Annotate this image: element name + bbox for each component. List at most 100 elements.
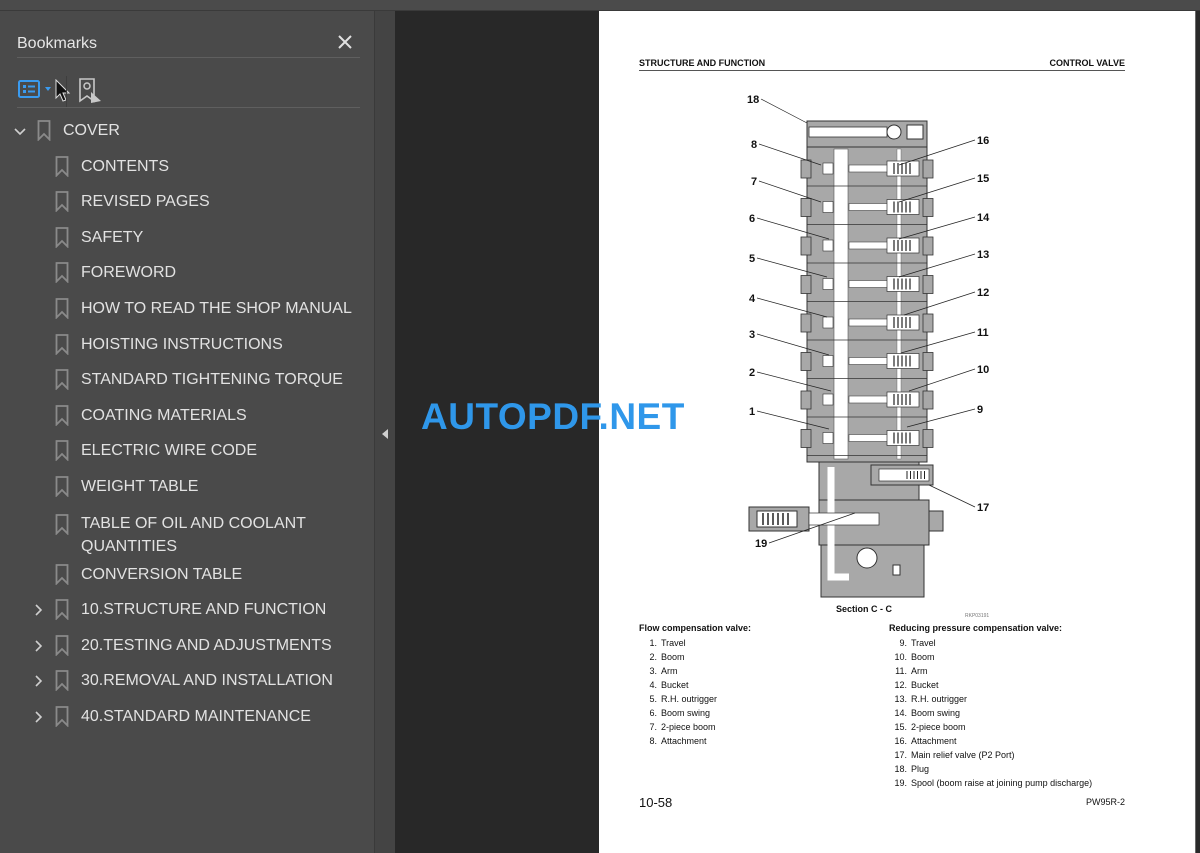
callout-label: 13 — [977, 249, 989, 261]
bookmark-icon — [55, 634, 69, 656]
legend-item: 1. Travel — [639, 636, 751, 650]
chevron-right-icon[interactable] — [31, 603, 45, 617]
bookmark-icon — [55, 369, 69, 391]
bookmark-item[interactable]: COATING MATERIALS — [0, 398, 374, 434]
chevron-right-icon[interactable] — [31, 674, 45, 688]
bookmark-item[interactable]: TABLE OF OIL AND COOLANT QUANTITIES — [0, 505, 374, 557]
panel-splitter[interactable] — [374, 11, 395, 853]
bookmark-label: STANDARD TIGHTENING TORQUE — [81, 371, 343, 389]
find-current-bookmark-button[interactable] — [77, 77, 103, 109]
legend-item-number: 19. — [894, 778, 907, 788]
find-current-bookmark-icon — [79, 78, 101, 103]
legend-item-text: Attachment — [661, 736, 707, 746]
compensator — [886, 160, 920, 177]
bookmark-icon — [55, 262, 69, 284]
callout-label: 8 — [751, 139, 757, 151]
poppet — [822, 201, 834, 213]
close-panel-button[interactable] — [334, 31, 356, 53]
legend-item-number: 11. — [895, 666, 907, 676]
bookmark-label: TABLE OF OIL AND COOLANT — [81, 514, 306, 532]
bookmark-item[interactable]: CONVERSION TABLE — [0, 557, 374, 593]
legend-item-text: Plug — [911, 764, 930, 774]
legend-item-text: 2-piece boom — [661, 722, 716, 732]
bookmark-item[interactable]: COVER — [0, 113, 374, 149]
vertical-scrollbar[interactable] — [1195, 11, 1200, 853]
legend-item-text: Arm — [911, 666, 928, 676]
spool — [848, 164, 890, 173]
poppet — [822, 355, 834, 367]
bookmark-icon — [55, 404, 69, 426]
port-left — [800, 198, 812, 217]
bookmark-item[interactable]: REVISED PAGES — [0, 184, 374, 220]
port-right — [922, 429, 934, 448]
bookmark-icon — [55, 298, 69, 319]
collapse-panel-button[interactable] — [380, 426, 390, 440]
bookmark-icon — [55, 226, 69, 248]
bookmark-item[interactable]: CONTENTS — [0, 149, 374, 185]
callout-label: 5 — [749, 253, 755, 265]
callout-label: 7 — [751, 176, 757, 188]
spool — [848, 318, 890, 327]
legend-item-text: Bucket — [911, 680, 939, 690]
legend-item: 19. Spool (boom raise at joining pump dis… — [889, 776, 1092, 790]
bookmark-label: HOISTING INSTRUCTIONS — [81, 335, 283, 353]
bookmark-icon — [55, 563, 69, 585]
legend-item: 6. Boom swing — [639, 706, 751, 720]
chevron-right-icon[interactable] — [31, 639, 45, 653]
header-rule — [639, 70, 1125, 71]
spool — [848, 434, 890, 442]
legend-item-text: 2-piece boom — [911, 722, 966, 732]
bookmark-label: 10.STRUCTURE AND FUNCTION — [81, 601, 327, 619]
bookmark-item[interactable]: SAFETY — [0, 220, 374, 256]
bookmark-item[interactable]: 40.STANDARD MAINTENANCE — [0, 699, 374, 735]
legend-item-text: Travel — [911, 638, 936, 648]
poppet — [822, 239, 834, 252]
bookmark-item[interactable]: HOISTING INSTRUCTIONS — [0, 327, 374, 363]
bookmark-icon — [55, 706, 69, 727]
legend-reducing-pressure: Reducing pressure compensation valve: 9.… — [889, 623, 1092, 790]
legend-item: 15. 2-piece boom — [889, 720, 1092, 734]
bookmark-options-button[interactable] — [17, 78, 53, 104]
bookmark-icon — [55, 513, 69, 535]
bookmarks-panel-title: Bookmarks — [17, 35, 98, 52]
control-valve-section-diagram: 18 8 7 6 5 4 3 2 1 19 16 15 14 13 12 11 10 9 17 — [747, 94, 990, 598]
poppet — [822, 432, 834, 444]
bookmark-item[interactable]: ELECTRIC WIRE CODE — [0, 433, 374, 469]
bookmark-tree: COVER CONTENTS REVISED PAGES SAFETY FOREWORD… — [0, 113, 374, 735]
bookmark-options-icon — [18, 80, 51, 98]
bookmarks-panel-header: Bookmarks — [17, 23, 362, 57]
watermark: AUTOPDF.NET — [421, 396, 685, 437]
top-toolbar — [0, 0, 1200, 11]
bookmark-toolbar — [17, 68, 360, 108]
legend-item-number: 4. — [649, 680, 657, 690]
bookmark-icon — [55, 670, 69, 692]
callout-label: 17 — [977, 502, 989, 514]
legend-item: 12. Bucket — [889, 678, 1092, 692]
bookmark-item[interactable]: 10.STRUCTURE AND FUNCTION — [0, 592, 374, 628]
bookmark-item[interactable]: FOREWORD — [0, 255, 374, 291]
port-right — [922, 198, 934, 217]
legend-item: 8. Attachment — [639, 734, 751, 748]
bookmark-label: WEIGHT TABLE — [81, 477, 199, 495]
legend-item: 18. Plug — [889, 762, 1092, 776]
bookmark-item[interactable]: STANDARD TIGHTENING TORQUE — [0, 362, 374, 398]
bookmark-item[interactable]: WEIGHT TABLE — [0, 469, 374, 505]
bookmark-icon — [55, 155, 69, 177]
bookmark-icon — [37, 120, 51, 141]
port-left — [800, 313, 812, 333]
bookmark-item[interactable]: HOW TO READ THE SHOP MANUAL — [0, 291, 374, 327]
callout-label: 1 — [749, 406, 755, 418]
legend-item-number: 16. — [894, 736, 907, 746]
bookmark-label-line2: QUANTITIES — [81, 537, 178, 555]
legend-item-text: R.H. outrigger — [911, 694, 968, 704]
chevron-right-icon[interactable] — [31, 710, 45, 724]
compensator — [886, 276, 920, 292]
chevron-down-icon[interactable] — [13, 124, 27, 138]
legend-item-text: Spool (boom raise at joining pump discha… — [911, 778, 1093, 788]
legend-item-number: 8. — [649, 736, 657, 746]
spool — [848, 395, 890, 404]
bookmark-item[interactable]: 20.TESTING AND ADJUSTMENTS — [0, 628, 374, 664]
legend-item: 13. R.H. outrigger — [889, 692, 1092, 706]
bookmark-label: REVISED PAGES — [81, 193, 210, 211]
bookmark-item[interactable]: 30.REMOVAL AND INSTALLATION — [0, 663, 374, 699]
